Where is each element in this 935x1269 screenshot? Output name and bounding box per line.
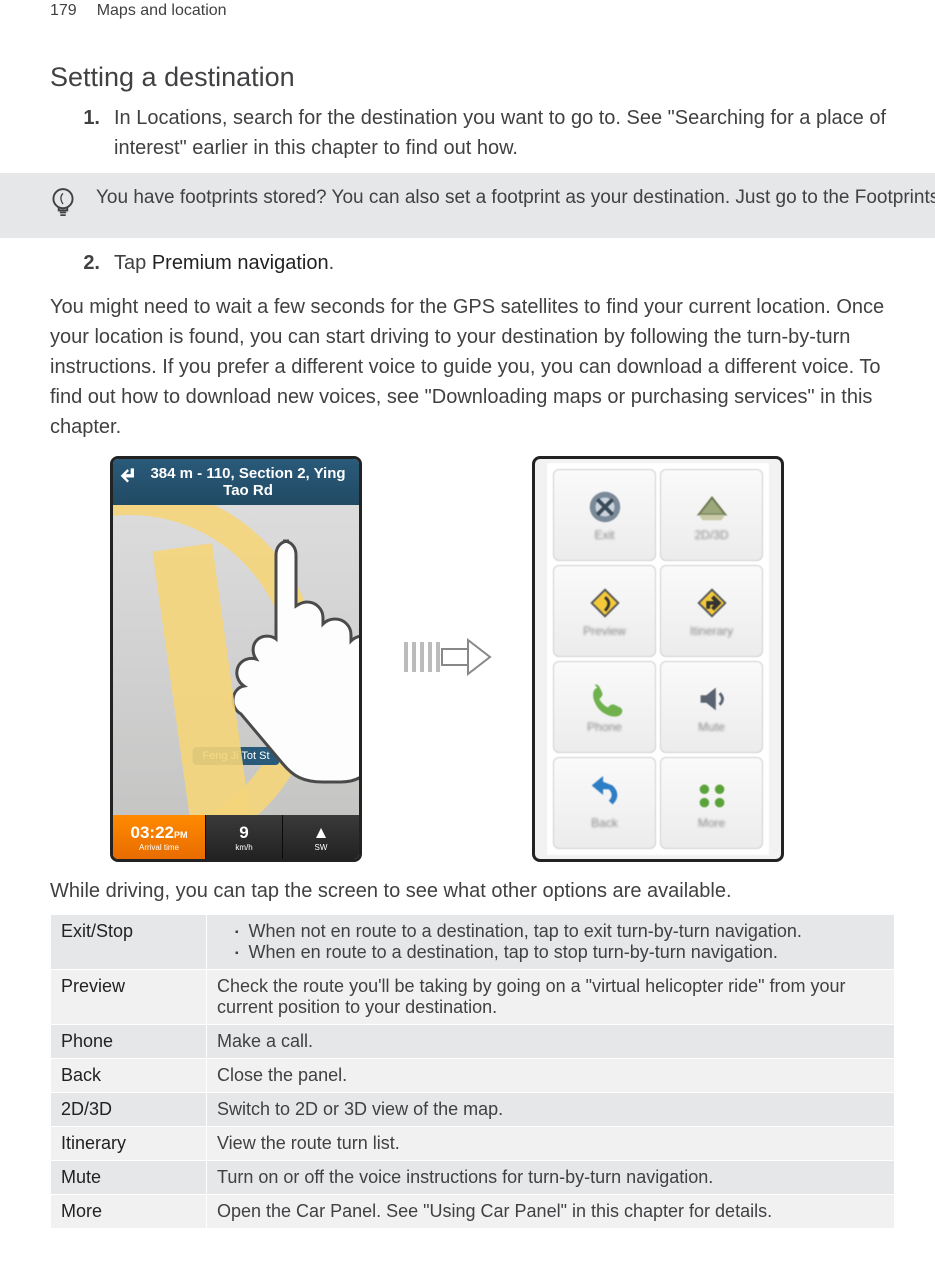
table-row: More Open the Car Panel. See "Using Car … <box>51 1195 895 1229</box>
itinerary-sign-icon <box>693 584 731 622</box>
row-label: Mute <box>51 1161 207 1195</box>
page-number: 179 <box>50 2 77 20</box>
screenshot-navigation-view: 384 m - 110, Section 2, Ying Tao Rd Feng… <box>110 456 362 862</box>
speed-panel: 9 km/h <box>205 815 282 859</box>
exit-icon <box>586 488 624 526</box>
back-arrow-icon <box>586 776 624 814</box>
table-row: Itinerary View the route turn list. <box>51 1127 895 1161</box>
option-2d3d[interactable]: 2D/3D <box>660 469 763 561</box>
row-description: When not en route to a destination, tap … <box>207 915 895 970</box>
chapter-title: Maps and location <box>97 2 227 20</box>
screenshots-row: 384 m - 110, Section 2, Ying Tao Rd Feng… <box>110 456 895 862</box>
row-label: More <box>51 1195 207 1229</box>
caption-paragraph: While driving, you can tap the screen to… <box>50 876 895 906</box>
option-back[interactable]: Back <box>553 757 656 849</box>
option-itinerary[interactable]: Itinerary <box>660 565 763 657</box>
tip-box: You have footprints stored? You can also… <box>0 173 935 238</box>
table-row: Phone Make a call. <box>51 1025 895 1059</box>
body-paragraph: You might need to wait a few seconds for… <box>50 292 895 442</box>
option-more[interactable]: More <box>660 757 763 849</box>
row-description: Close the panel. <box>207 1059 895 1093</box>
row-description: Switch to 2D or 3D view of the map. <box>207 1093 895 1127</box>
row-label: Phone <box>51 1025 207 1059</box>
row-description: Check the route you'll be taking by goin… <box>207 970 895 1025</box>
step-2-number: 2. <box>80 248 100 278</box>
status-bar: 03:22PM Arrival time 9 km/h ▲ SW <box>113 815 359 859</box>
row-label: Back <box>51 1059 207 1093</box>
row-label: Itinerary <box>51 1127 207 1161</box>
row-description: Open the Car Panel. See "Using Car Panel… <box>207 1195 895 1229</box>
screenshot-options-panel: Exit 2D/3D Preview Itinerary Phone <box>532 456 784 862</box>
option-preview[interactable]: Preview <box>553 565 656 657</box>
hand-pointer-icon <box>193 535 359 795</box>
arrival-time-panel: 03:22PM Arrival time <box>113 815 205 859</box>
direction-banner: 384 m - 110, Section 2, Ying Tao Rd <box>113 459 359 505</box>
speaker-icon <box>693 680 731 718</box>
step-2: 2. Tap Premium navigation. <box>50 248 895 278</box>
tip-text: You have footprints stored? You can also… <box>96 185 935 212</box>
turn-left-icon <box>119 465 139 485</box>
step-1-number: 1. <box>80 103 100 163</box>
option-exit[interactable]: Exit <box>553 469 656 561</box>
row-label: Exit/Stop <box>51 915 207 970</box>
table-row: Mute Turn on or off the voice instructio… <box>51 1161 895 1195</box>
options-table: Exit/Stop When not en route to a destina… <box>50 914 895 1229</box>
row-description: Turn on or off the voice instructions fo… <box>207 1161 895 1195</box>
table-row: Preview Check the route you'll be taking… <box>51 970 895 1025</box>
table-row: 2D/3D Switch to 2D or 3D view of the map… <box>51 1093 895 1127</box>
more-dots-icon <box>693 776 731 814</box>
map-road-view: Feng Ji Tot St <box>113 505 359 815</box>
phone-icon <box>586 680 624 718</box>
option-phone[interactable]: Phone <box>553 661 656 753</box>
page-header: 179 Maps and location <box>50 0 895 20</box>
table-row: Back Close the panel. <box>51 1059 895 1093</box>
step-1: 1. In Locations, search for the destinat… <box>50 103 895 163</box>
row-label: Preview <box>51 970 207 1025</box>
step-2-text: Tap Premium navigation. <box>114 248 895 278</box>
option-mute[interactable]: Mute <box>660 661 763 753</box>
swipe-arrow-icon <box>402 632 492 687</box>
preview-sign-icon <box>586 584 624 622</box>
row-label: 2D/3D <box>51 1093 207 1127</box>
step-1-text: In Locations, search for the destination… <box>114 103 895 163</box>
section-title: Setting a destination <box>50 62 895 93</box>
lightbulb-icon <box>50 187 78 226</box>
table-row: Exit/Stop When not en route to a destina… <box>51 915 895 970</box>
row-description: Make a call. <box>207 1025 895 1059</box>
map-2d3d-icon <box>693 488 731 526</box>
compass-panel: ▲ SW <box>282 815 359 859</box>
row-description: View the route turn list. <box>207 1127 895 1161</box>
